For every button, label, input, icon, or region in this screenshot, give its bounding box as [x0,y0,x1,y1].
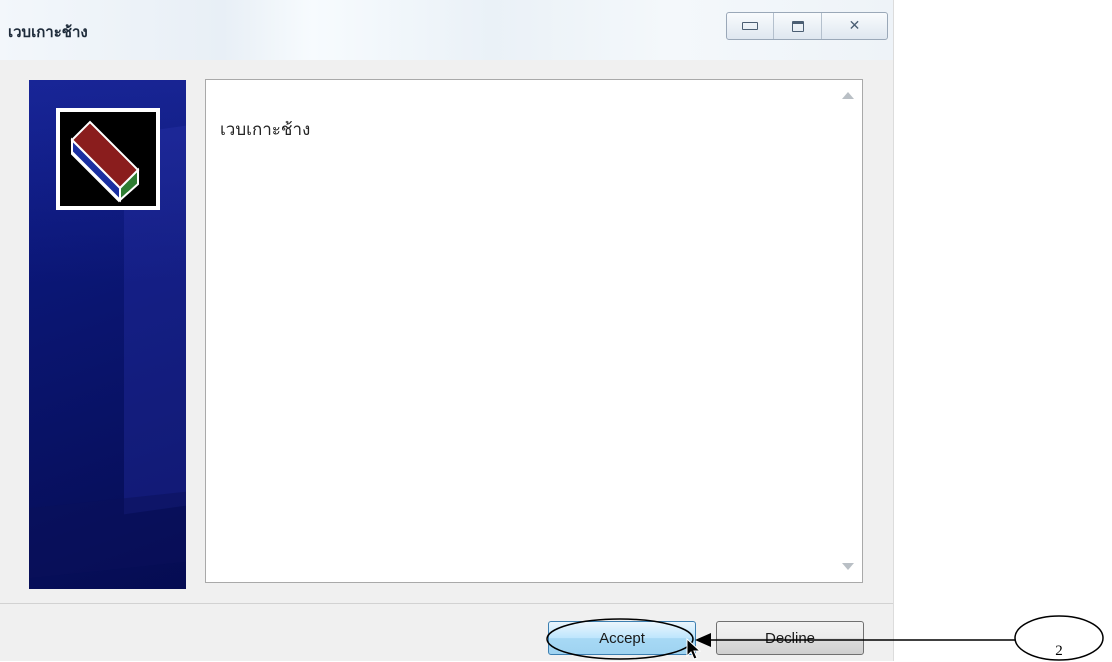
annotation-overlay [546,615,1104,661]
callout-number: 2 [1055,643,1063,659]
mouse-pointer-icon [686,638,702,660]
highlight-ellipse [546,618,694,660]
